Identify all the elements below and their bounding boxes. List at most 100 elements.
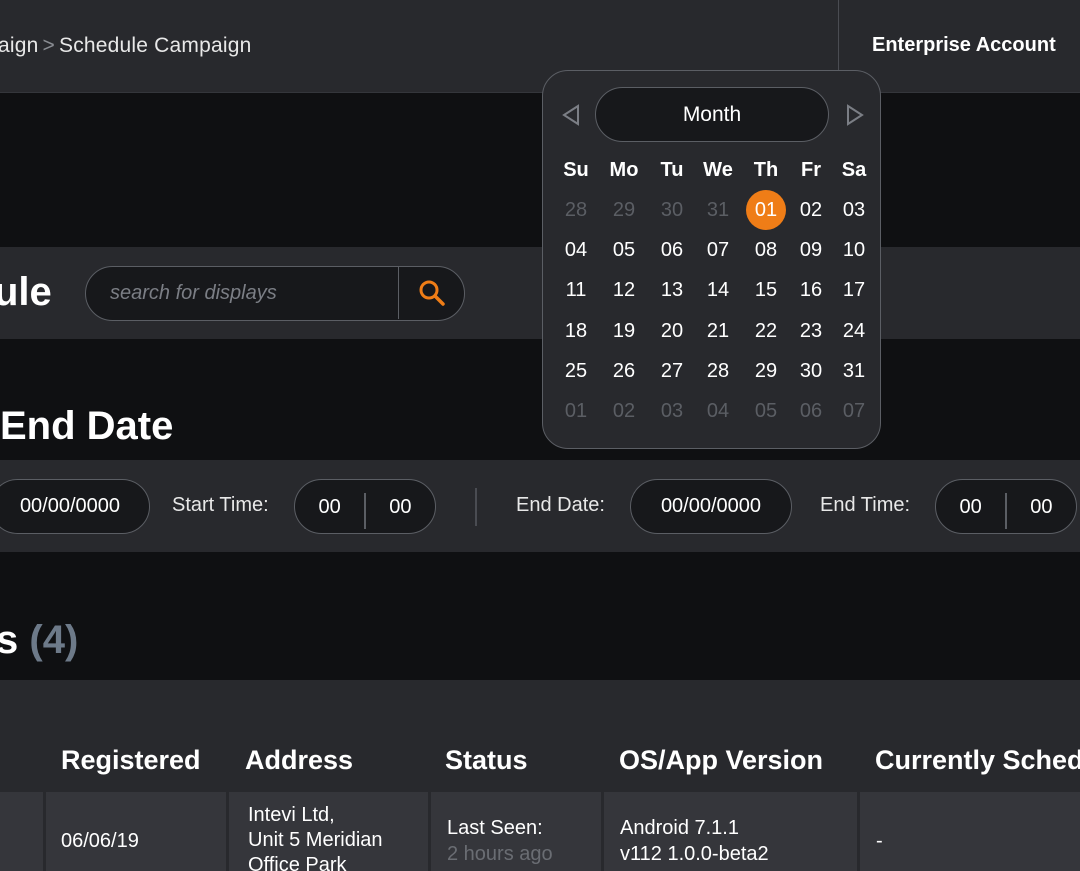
- calendar-day-label: 30: [660, 199, 684, 221]
- search-input[interactable]: [86, 267, 398, 319]
- calendar-day[interactable]: 06: [789, 391, 833, 431]
- account-menu[interactable]: Enterprise Account: [872, 34, 1056, 57]
- start-minute[interactable]: 00: [366, 481, 435, 533]
- calendar-day[interactable]: 29: [602, 190, 646, 230]
- calendar-day-label: 31: [842, 359, 866, 382]
- breadcrumb-item-campaign[interactable]: aign: [0, 34, 39, 57]
- calendar-day[interactable]: 25: [554, 351, 598, 391]
- calendar-day-label: 04: [706, 400, 730, 422]
- calendar-day[interactable]: 14: [696, 270, 740, 310]
- calendar-day[interactable]: 10: [832, 230, 876, 270]
- calendar-day[interactable]: 29: [744, 351, 788, 391]
- weekday-header: Su: [563, 159, 589, 181]
- calendar-day-label: 30: [799, 359, 823, 382]
- calendar-day[interactable]: 31: [832, 351, 876, 391]
- breadcrumb: aign > Schedule Campaign: [0, 34, 252, 58]
- calendar-day[interactable]: 18: [554, 311, 598, 351]
- end-time-label: End Time:: [820, 494, 911, 516]
- magnifier-icon: [419, 280, 445, 306]
- column-header-status[interactable]: Status: [445, 745, 528, 776]
- calendar-day[interactable]: 28: [696, 351, 740, 391]
- column-header-registered[interactable]: Registered: [61, 745, 201, 776]
- end-hour[interactable]: 00: [936, 481, 1005, 533]
- calendar-day[interactable]: 05: [602, 230, 646, 270]
- column-header-currently-scheduled[interactable]: Currently Sched: [875, 745, 1080, 776]
- calendar-day[interactable]: 07: [832, 391, 876, 431]
- end-minute[interactable]: 00: [1007, 481, 1076, 533]
- prev-month-button[interactable]: [561, 104, 581, 131]
- calendar-day-label: 11: [565, 279, 587, 302]
- calendar-day[interactable]: 03: [832, 190, 876, 230]
- calendar-day[interactable]: 03: [650, 391, 694, 431]
- calendar-day[interactable]: 15: [744, 270, 788, 310]
- calendar-day[interactable]: 05: [744, 391, 788, 431]
- calendar-day[interactable]: 04: [554, 230, 598, 270]
- month-selector[interactable]: Month: [595, 87, 829, 142]
- calendar-day[interactable]: 17: [832, 270, 876, 310]
- calendar-day[interactable]: 26: [602, 351, 646, 391]
- scheduled-value: -: [876, 830, 883, 852]
- calendar-day[interactable]: 23: [789, 311, 833, 351]
- start-time-field[interactable]: 00 00: [294, 479, 436, 534]
- calendar-day[interactable]: 19: [602, 311, 646, 351]
- calendar-day[interactable]: 13: [650, 270, 694, 310]
- calendar-day[interactable]: 01: [744, 190, 788, 230]
- calendar-day-label: 24: [842, 319, 866, 342]
- table-cell-address: Intevi Ltd, Unit 5 Meridian Office Park: [229, 792, 428, 871]
- calendar-day[interactable]: 21: [696, 311, 740, 351]
- search-button[interactable]: [398, 267, 464, 319]
- calendar-day[interactable]: 12: [602, 270, 646, 310]
- calendar-day[interactable]: 11: [554, 270, 598, 310]
- calendar-day[interactable]: 27: [650, 351, 694, 391]
- calendar-day-label: 14: [706, 279, 730, 302]
- calendar-day[interactable]: 07: [696, 230, 740, 270]
- calendar-day-label: 28: [564, 199, 588, 221]
- weekday-header: Sa: [841, 159, 867, 181]
- calendar-day-label: 25: [564, 359, 588, 382]
- column-header-os-version[interactable]: OS/App Version: [619, 745, 823, 776]
- calendar-day-label: 19: [612, 319, 636, 342]
- table-cell-registered: 06/06/19: [46, 792, 226, 871]
- calendar-day[interactable]: 24: [832, 311, 876, 351]
- calendar-day[interactable]: 30: [789, 351, 833, 391]
- calendar-day[interactable]: 20: [650, 311, 694, 351]
- start-date-field[interactable]: 00/00/0000: [0, 479, 150, 534]
- triangle-left-icon: [562, 104, 579, 126]
- start-time-label: Start Time:: [172, 494, 269, 516]
- calendar-day[interactable]: 04: [696, 391, 740, 431]
- calendar-day-label: 04: [564, 239, 588, 262]
- calendar-day-label: 05: [754, 400, 778, 422]
- address-line-3: Office Park: [248, 854, 347, 871]
- end-date-field[interactable]: 00/00/0000: [630, 479, 792, 534]
- calendar-day[interactable]: 01: [554, 391, 598, 431]
- calendar-day-label: 29: [612, 199, 636, 221]
- calendar-day-label: 03: [660, 400, 684, 422]
- calendar-day-label: 17: [842, 279, 866, 302]
- calendar-day[interactable]: 28: [554, 190, 598, 230]
- calendar-day-label: 18: [564, 319, 588, 342]
- displays-title: s (4): [0, 618, 78, 663]
- calendar-day[interactable]: 09: [789, 230, 833, 270]
- calendar-day[interactable]: 02: [602, 391, 646, 431]
- calendar-day[interactable]: 16: [789, 270, 833, 310]
- next-month-button[interactable]: [845, 104, 865, 131]
- end-time-field[interactable]: 00 00: [935, 479, 1077, 534]
- date-picker-popup: Month Su Mo Tu We Th Fr Sa 28 29 30 31 01 02 03 04 05 06…: [542, 70, 881, 449]
- calendar-day[interactable]: 08: [744, 230, 788, 270]
- end-date-label: End Date:: [516, 494, 605, 516]
- calendar-day[interactable]: 30: [650, 190, 694, 230]
- weekday-header: Tu: [660, 159, 684, 181]
- display-search: [85, 266, 465, 321]
- calendar-day[interactable]: 31: [696, 190, 740, 230]
- os-line-2: v112 1.0.0-beta2: [620, 843, 769, 865]
- column-header-address[interactable]: Address: [245, 745, 353, 776]
- calendar-day-label: 22: [754, 319, 778, 342]
- start-hour[interactable]: 00: [295, 481, 364, 533]
- table-cell-select[interactable]: [0, 792, 43, 871]
- calendar-day-label: 01: [564, 400, 588, 422]
- calendar-day-label: 29: [754, 359, 778, 382]
- calendar-day-label: 08: [754, 239, 778, 262]
- calendar-day[interactable]: 02: [789, 190, 833, 230]
- calendar-day[interactable]: 06: [650, 230, 694, 270]
- calendar-day[interactable]: 22: [744, 311, 788, 351]
